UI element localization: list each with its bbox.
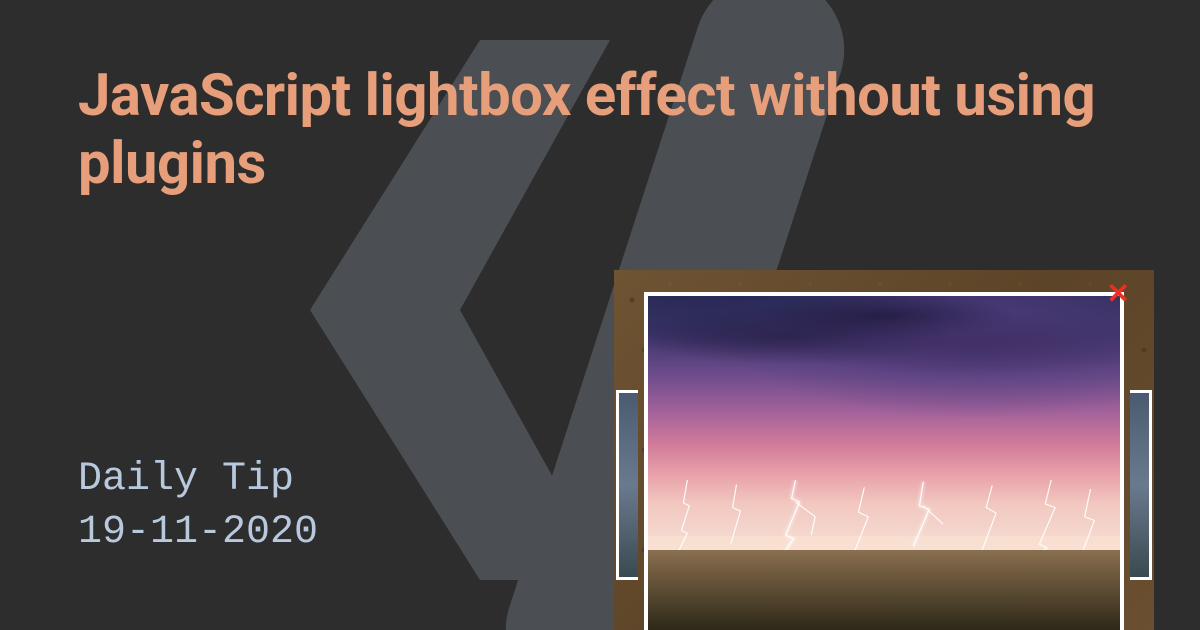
lightbox-image[interactable] [648, 296, 1120, 630]
lightbox-frame [644, 292, 1124, 630]
meta-block: Daily Tip 19-11-2020 [78, 454, 318, 560]
meta-date: 19-11-2020 [78, 507, 318, 560]
page-title: JavaScript lightbox effect without using… [78, 62, 1140, 199]
close-icon[interactable]: ✕ [1107, 280, 1130, 308]
lightbox-preview: ✕ [614, 270, 1154, 630]
prev-thumbnail[interactable] [616, 390, 638, 580]
next-thumbnail[interactable] [1130, 390, 1152, 580]
meta-label: Daily Tip [78, 454, 318, 507]
